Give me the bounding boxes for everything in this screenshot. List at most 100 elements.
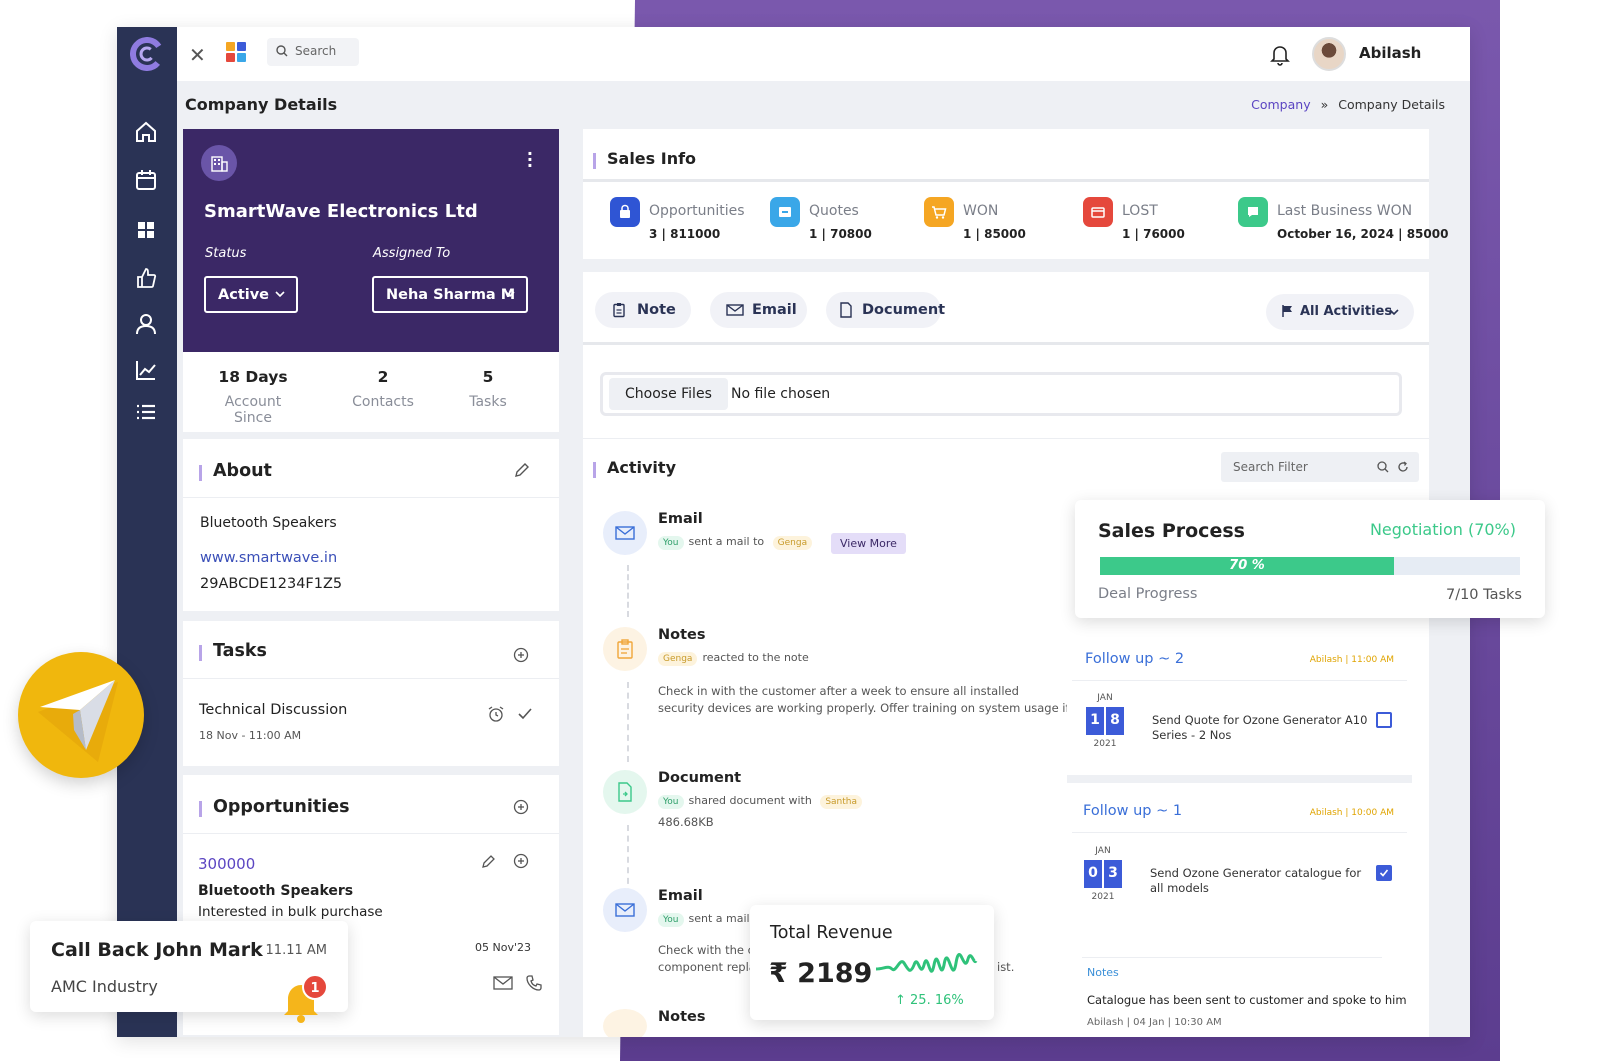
followups-panel: Follow up ~ 2 Abilash | 11:00 AM JAN 18 … — [1067, 627, 1412, 1037]
user-tag: Genga — [772, 536, 813, 550]
followup-checkbox-checked[interactable] — [1376, 865, 1392, 881]
thumbs-up-icon[interactable] — [133, 265, 159, 291]
activity-subtitle: You shared document with Santha — [658, 794, 867, 809]
view-more-button[interactable]: View More — [831, 533, 906, 554]
date-day-digit: 1 — [1086, 707, 1104, 735]
notes-text: Catalogue has been sent to customer and … — [1087, 993, 1407, 1007]
stat-value: 2 — [377, 368, 389, 386]
phone-icon[interactable] — [525, 974, 543, 992]
check-icon[interactable] — [517, 706, 533, 722]
user-tag: Genga — [658, 652, 698, 666]
edit-icon[interactable] — [513, 461, 531, 479]
mail-icon[interactable] — [493, 975, 513, 991]
activity-subtitle: You sent a mail to Genga — [658, 535, 817, 550]
company-stats-card: 18 Days Account Since 2 Contacts 5 Tasks — [183, 352, 559, 432]
breadcrumb-current: Company Details — [1338, 97, 1445, 112]
activity-description-tail: ist. — [997, 960, 1015, 974]
edit-icon[interactable] — [481, 853, 497, 869]
flag-icon — [1282, 305, 1292, 317]
home-icon[interactable] — [133, 119, 159, 145]
total-revenue-amount: ₹ 2189 — [769, 958, 873, 989]
stat-value: 5 — [482, 368, 494, 386]
chevron-down-icon — [505, 291, 515, 298]
company-name: SmartWave Electronics Ltd — [204, 201, 478, 222]
activity-description: Check with the cu component replac — [658, 942, 762, 976]
add-icon[interactable] — [513, 853, 529, 869]
breadcrumb-company-link[interactable]: Company — [1251, 97, 1310, 112]
choose-files-button[interactable]: Choose Files — [609, 378, 728, 410]
tab-document[interactable]: Document — [826, 292, 945, 328]
inbox-icon — [770, 197, 800, 227]
lock-bag-icon — [610, 197, 640, 227]
followup-title[interactable]: Follow up ~ 1 — [1083, 803, 1182, 819]
tasks-title: Tasks — [199, 641, 267, 661]
add-task-icon[interactable] — [513, 647, 529, 663]
alarm-clock-icon[interactable] — [487, 705, 505, 723]
assigned-to-select[interactable]: Neha Sharma M — [372, 276, 528, 313]
call-back-reminder[interactable]: Call Back John Mark 11.11 AM AMC Industr… — [30, 921, 348, 1023]
metric-label: Last Business WON — [1277, 203, 1413, 219]
stat-tasks[interactable]: 5 Tasks — [453, 368, 523, 410]
company-website-link[interactable]: www.smartwave.in — [200, 550, 337, 566]
activity-description-line: security devices are working properly. O… — [658, 701, 1117, 715]
tab-note-label: Note — [637, 302, 676, 318]
activity-description: Check in with the customer after a week … — [658, 683, 1116, 717]
metric-label: LOST — [1122, 203, 1158, 219]
add-opportunity-icon[interactable] — [513, 799, 529, 815]
revenue-growth: ↑ 25. 16% — [895, 993, 964, 1008]
file-upload-field[interactable]: Choose Files No file chosen — [600, 372, 1402, 416]
file-status: No file chosen — [731, 386, 831, 402]
activity-text: shared document with — [688, 794, 812, 807]
close-icon[interactable]: ✕ — [189, 43, 206, 67]
search-input[interactable]: Search — [267, 38, 359, 66]
activity-subtitle: Genga reacted to the note — [658, 651, 809, 666]
user-icon[interactable] — [133, 311, 159, 337]
more-options-icon[interactable]: · · · — [527, 146, 533, 174]
tab-email[interactable]: Email — [710, 292, 807, 328]
task-title[interactable]: Technical Discussion — [199, 702, 347, 718]
notification-bell-icon[interactable] — [1270, 44, 1290, 66]
opportunity-amount[interactable]: 300000 — [198, 855, 255, 873]
tasks-card: Tasks Technical Discussion 18 Nov - 11:0… — [183, 621, 559, 766]
chart-icon[interactable] — [133, 357, 159, 383]
assigned-to-label: Assigned To — [373, 246, 451, 261]
notes-label: Notes — [1087, 966, 1119, 979]
stat-contacts[interactable]: 2 Contacts — [343, 368, 423, 410]
about-category: Bluetooth Speakers — [200, 515, 337, 531]
mail-icon — [603, 888, 647, 932]
sales-info-card: Sales Info Opportunities 3 | 811000 Quot… — [583, 129, 1448, 259]
total-revenue-widget: Total Revenue ₹ 2189 ↑ 25. 16% — [750, 905, 994, 1020]
task-time: 18 Nov - 11:00 AM — [199, 729, 302, 742]
activity-search-filter[interactable]: Search Filter — [1221, 452, 1419, 482]
followup-checkbox[interactable] — [1376, 712, 1392, 728]
activity-text: sent a mail t — [688, 912, 758, 925]
revenue-sparkline-icon — [875, 953, 978, 973]
dashboard-icon[interactable] — [133, 217, 159, 243]
activity-title: Email — [658, 511, 703, 527]
user-tag: You — [658, 795, 684, 809]
paper-plane-badge — [18, 652, 144, 778]
avatar[interactable] — [1312, 37, 1346, 71]
metric-value: 1 | 85000 — [963, 227, 1026, 241]
chevron-down-icon — [275, 291, 285, 298]
stat-value: 18 Days — [218, 368, 288, 386]
followup-meta: Abilash | 11:00 AM — [1309, 655, 1394, 665]
tab-document-label: Document — [862, 302, 946, 318]
app-logo-icon[interactable] — [130, 37, 164, 71]
stat-label: Contacts — [352, 394, 414, 410]
metric-label: Quotes — [809, 203, 859, 219]
all-activities-dropdown[interactable]: All Activities — [1266, 294, 1414, 330]
notes-icon — [603, 1009, 647, 1037]
refresh-icon[interactable] — [1397, 461, 1409, 473]
user-name[interactable]: Abilash — [1359, 44, 1421, 62]
apps-grid-icon[interactable] — [225, 41, 247, 63]
search-icon[interactable] — [1377, 461, 1389, 473]
list-icon[interactable] — [133, 399, 159, 425]
followup-text: Send Ozone Generator catalogue for all m… — [1150, 866, 1362, 895]
sales-process-stage: Negotiation (70%) — [1369, 520, 1516, 539]
tab-note[interactable]: Note — [595, 292, 691, 328]
followup-title[interactable]: Follow up ~ 2 — [1085, 651, 1184, 667]
calendar-icon[interactable] — [133, 167, 159, 193]
status-select[interactable]: Active — [204, 276, 298, 313]
mail-icon — [726, 304, 744, 316]
